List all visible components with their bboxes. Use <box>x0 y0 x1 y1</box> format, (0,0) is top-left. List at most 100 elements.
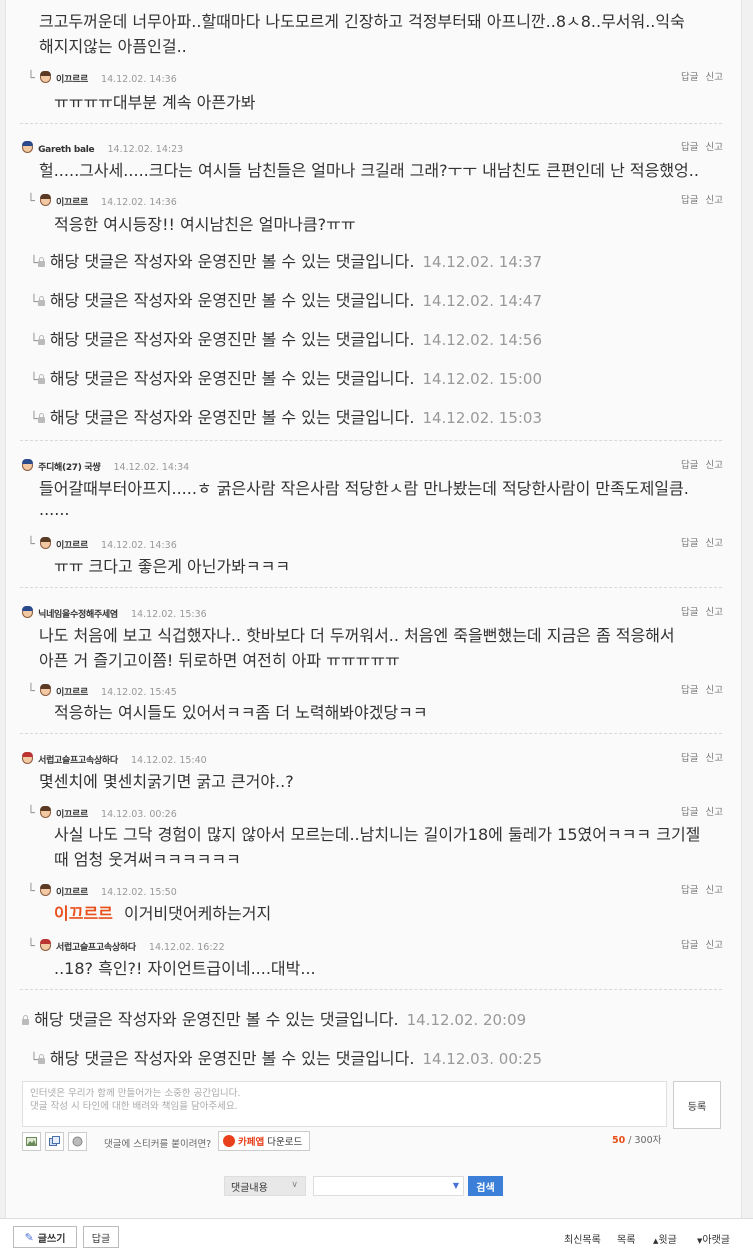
report-link[interactable]: 신고 <box>706 460 723 471</box>
secret-notice: 해당 댓글은 작성자와 운영진만 볼 수 있는 댓글입니다. <box>49 408 415 427</box>
bottom-bar: ✎ 글쓰기 답글 최신목록 목록 ▲윗글 ▼아랫글 <box>0 1218 753 1256</box>
author-name[interactable]: 이끄르르 <box>56 688 88 698</box>
report-link[interactable]: 신고 <box>706 940 723 951</box>
report-link[interactable]: 신고 <box>706 538 723 549</box>
comment-actions: 답글 신고 <box>674 604 723 618</box>
secret-reply: └ 해당 댓글은 작성자와 운영진만 볼 수 있는 댓글입니다. 14.12.02… <box>30 248 542 272</box>
mention-link[interactable]: 이끄르르 <box>54 904 113 923</box>
comment-actions: 답글 신고 <box>674 682 723 696</box>
secret-reply: └ 해당 댓글은 작성자와 운영진만 볼 수 있는 댓글입니다. 14.12.02… <box>30 404 542 428</box>
divider <box>20 733 722 734</box>
reply-button[interactable]: 답글 <box>83 1226 119 1248</box>
reply-link[interactable]: 답글 <box>681 460 698 471</box>
report-link[interactable]: 신고 <box>706 607 723 618</box>
comment-date: 14.12.02. 14:37 <box>422 253 543 271</box>
comment-text: 아픈 거 즐기고이쯤! 뒤로하면 여전히 아파 ㅠㅠㅠㅠㅠ <box>39 651 400 670</box>
reply-text: ㅠㅠㅠㅠ대부분 계속 아픈가봐 <box>54 93 256 112</box>
avatar-icon <box>39 884 51 896</box>
comment-actions: 답글 신고 <box>674 69 723 83</box>
comment-actions: 답글 신고 <box>674 937 723 951</box>
author-name[interactable]: 서럽고슬프고속상하다 <box>56 943 136 953</box>
comment-date: 14.12.02. 14:34 <box>113 462 190 473</box>
write-button[interactable]: ✎ 글쓰기 <box>13 1226 77 1248</box>
report-link[interactable]: 신고 <box>706 885 723 896</box>
latest-list-link[interactable]: 최신목록 <box>564 1231 601 1246</box>
author-name[interactable]: Gareth bale <box>38 145 95 155</box>
comment-placeholder: 인터넷은 우리가 함께 만들어가는 소중한 공간입니다. <box>30 1088 241 1099</box>
reply-text: ..18? 흑인?! 자이언트급이네....대박... <box>54 959 316 978</box>
secret-notice: 해당 댓글은 작성자와 운영진만 볼 수 있는 댓글입니다. <box>49 369 415 388</box>
prev-post-link[interactable]: ▲윗글 <box>653 1231 677 1246</box>
author-name[interactable]: 이끄르르 <box>56 541 88 551</box>
photo-icon[interactable] <box>22 1132 41 1151</box>
reply-arrow-icon: └ <box>27 537 35 552</box>
comment-actions: 답글 신고 <box>674 804 723 818</box>
comment-text: ...... <box>39 500 70 519</box>
comment-input[interactable]: 인터넷은 우리가 함께 만들어가는 소중한 공간입니다. 댓글 작성 시 타인에… <box>22 1081 667 1127</box>
comment-date: 14.12.02. 16:22 <box>148 942 225 953</box>
reply-link[interactable]: 답글 <box>681 885 698 896</box>
report-link[interactable]: 신고 <box>706 685 723 696</box>
comment-text: 몇센치에 몇센치굵기면 굵고 큰거야..? <box>39 772 294 791</box>
reply-arrow-icon: └ <box>30 1053 38 1068</box>
sticker-icon[interactable] <box>45 1132 64 1151</box>
secret-comment: 해당 댓글은 작성자와 운영진만 볼 수 있는 댓글입니다. 14.12.02. … <box>22 1006 526 1030</box>
list-link[interactable]: 목록 <box>617 1231 635 1246</box>
report-link[interactable]: 신고 <box>706 142 723 153</box>
reply-link[interactable]: 답글 <box>681 538 698 549</box>
author-name[interactable]: 닉네임을수정해주세염 <box>38 610 118 620</box>
reply-body: 이거비댓어케하는거지 <box>123 904 272 923</box>
comment-date: 14.12.02. 20:09 <box>406 1011 527 1029</box>
comment-date: 14.12.02. 15:45 <box>101 687 177 698</box>
search-button[interactable]: 검색 <box>468 1176 503 1196</box>
secret-notice: 해당 댓글은 작성자와 운영진만 볼 수 있는 댓글입니다. <box>49 330 415 349</box>
reply-link[interactable]: 답글 <box>681 807 698 818</box>
author-name[interactable]: 이끄르르 <box>56 75 88 85</box>
avatar-icon <box>39 194 51 206</box>
author-name[interactable]: 이끄르르 <box>56 198 88 208</box>
reply-link[interactable]: 답글 <box>681 72 698 83</box>
reply-arrow-icon: └ <box>27 71 35 86</box>
report-link[interactable]: 신고 <box>706 753 723 764</box>
divider <box>20 587 722 588</box>
report-link[interactable]: 신고 <box>706 807 723 818</box>
reply-link[interactable]: 답글 <box>681 142 698 153</box>
reply-link[interactable]: 답글 <box>681 753 698 764</box>
next-post-link[interactable]: ▼아랫글 <box>697 1231 730 1246</box>
comment-text: 크고두꺼운데 너무아파..할때마다 나도모르게 긴장하고 걱정부터돼 아프니깐.… <box>39 12 685 31</box>
reply-text: 사실 나도 그닥 경험이 많지 않아서 모르는데..남치니는 길이가18에 둘레… <box>54 825 701 844</box>
report-link[interactable]: 신고 <box>706 72 723 83</box>
avatar-icon <box>22 606 33 618</box>
comment-actions: 답글 신고 <box>674 457 723 471</box>
comment-date: 14.12.03. 00:25 <box>422 1050 543 1068</box>
reply-arrow-icon: └ <box>27 194 35 209</box>
search-input[interactable]: ▼ <box>313 1176 464 1196</box>
reply-link[interactable]: 답글 <box>681 940 698 951</box>
author-name[interactable]: 이끄르르 <box>56 810 88 820</box>
pencil-icon: ✎ <box>24 1230 34 1244</box>
author-name[interactable]: 주디해(27) 국썅 <box>38 463 101 473</box>
avatar-icon <box>39 537 51 549</box>
comment-meta: 서럽고슬프고속상하다 14.12.02. 15:40 <box>22 748 207 767</box>
reply-link[interactable]: 답글 <box>681 685 698 696</box>
reply-arrow-icon: └ <box>27 939 35 954</box>
comment-placeholder: 댓글 작성 시 타인에 대한 배려와 책임을 담아주세요. <box>30 1101 238 1112</box>
reply-link[interactable]: 답글 <box>681 607 698 618</box>
cafe-app-download-button[interactable]: 카페앱 다운로드 <box>218 1131 310 1151</box>
comment-actions: 답글 신고 <box>674 882 723 896</box>
report-link[interactable]: 신고 <box>706 195 723 206</box>
author-name[interactable]: 서럽고슬프고속상하다 <box>38 756 118 766</box>
emoticon-icon[interactable] <box>68 1132 87 1151</box>
avatar-icon <box>39 71 51 83</box>
comment-meta: Gareth bale 14.12.02. 14:23 <box>22 137 183 156</box>
secret-reply: └ 해당 댓글은 작성자와 운영진만 볼 수 있는 댓글입니다. 14.12.02… <box>30 365 542 389</box>
submit-button[interactable]: 등록 <box>673 1081 721 1129</box>
author-name[interactable]: 이끄르르 <box>56 888 88 898</box>
search-scope-select[interactable]: 댓글내용 ∨ <box>224 1176 306 1196</box>
reply-arrow-icon: └ <box>27 684 35 699</box>
reply-meta: └ 이끄르르 14.12.02. 14:36 <box>27 67 177 86</box>
reply-link[interactable]: 답글 <box>681 195 698 206</box>
next-post-label: 아랫글 <box>702 1235 730 1246</box>
secret-reply: └ 해당 댓글은 작성자와 운영진만 볼 수 있는 댓글입니다. 14.12.02… <box>30 326 542 350</box>
secret-notice: 해당 댓글은 작성자와 운영진만 볼 수 있는 댓글입니다. <box>49 291 415 310</box>
